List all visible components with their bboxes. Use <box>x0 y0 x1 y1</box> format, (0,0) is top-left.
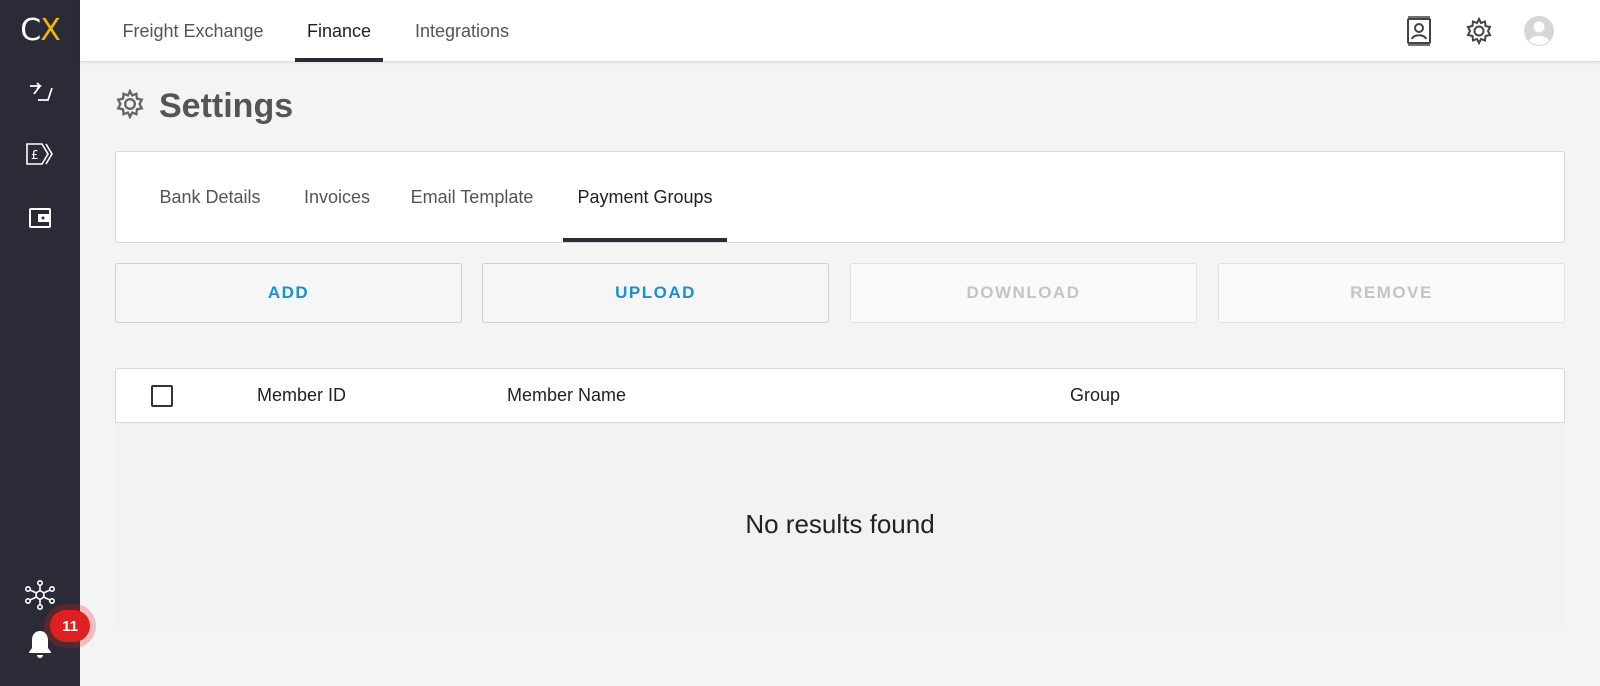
column-header-member-name[interactable]: Member Name <box>507 369 626 422</box>
nav-integrations[interactable]: Integrations <box>410 0 514 62</box>
table-header: Member ID Member Name Group <box>115 368 1565 423</box>
network-hub-icon[interactable] <box>24 579 56 611</box>
svg-text:£: £ <box>31 148 39 162</box>
user-avatar-icon[interactable] <box>1522 14 1556 48</box>
nav-finance[interactable]: Finance <box>295 0 383 62</box>
page-title-text: Settings <box>159 86 294 125</box>
tab-payment-groups[interactable]: Payment Groups <box>563 152 727 242</box>
select-all-checkbox[interactable] <box>151 385 173 407</box>
tab-bank-details[interactable]: Bank Details <box>156 152 264 242</box>
tab-email-template[interactable]: Email Template <box>408 152 536 242</box>
remove-button[interactable]: REMOVE <box>1218 263 1565 323</box>
sidebar: CX £ 11 <box>0 0 90 686</box>
nav-freight-exchange[interactable]: Freight Exchange <box>120 0 266 62</box>
transfer-arrows-icon[interactable] <box>24 76 56 108</box>
settings-tabs: Bank Details Invoices Email Template Pay… <box>115 151 1565 243</box>
page-title: Settings <box>115 84 293 128</box>
top-navigation-bar: Freight Exchange Finance Integrations <box>80 0 1600 62</box>
pound-tag-icon[interactable]: £ <box>24 138 56 170</box>
app-logo[interactable]: CX <box>0 8 80 52</box>
wallet-icon[interactable] <box>24 202 56 234</box>
empty-state-message: No results found <box>745 509 935 539</box>
logo-c: C <box>20 12 41 48</box>
table-body: No results found <box>115 423 1565 626</box>
column-header-group[interactable]: Group <box>1070 369 1120 422</box>
logo-x: X <box>40 12 61 48</box>
gear-icon <box>115 88 145 124</box>
add-button[interactable]: ADD <box>115 263 462 323</box>
contact-card-icon[interactable] <box>1402 14 1436 48</box>
column-header-member-id[interactable]: Member ID <box>257 369 346 422</box>
tab-invoices[interactable]: Invoices <box>302 152 372 242</box>
upload-button[interactable]: UPLOAD <box>482 263 829 323</box>
notification-count-badge[interactable]: 11 <box>50 610 90 642</box>
gear-icon[interactable] <box>1462 14 1496 48</box>
download-button[interactable]: DOWNLOAD <box>850 263 1197 323</box>
